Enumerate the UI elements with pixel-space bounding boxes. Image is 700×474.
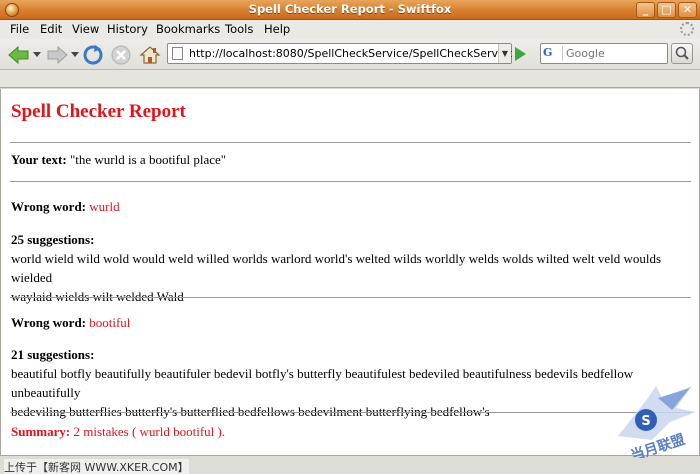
window-title: Spell Checker Report - Swiftfox: [248, 2, 452, 16]
summary-label: Summary:: [11, 424, 71, 439]
stop-icon[interactable]: [110, 44, 132, 66]
activity-throbber-icon: [680, 22, 694, 36]
your-text-label: Your text:: [11, 152, 67, 167]
suggestions-line: world wield wild wold would weld willed …: [11, 251, 662, 285]
tab-strip: [0, 70, 700, 88]
your-text-row: Your text: "the wurld is a bootiful plac…: [11, 152, 226, 168]
maximize-button[interactable]: □: [657, 2, 676, 18]
menu-view[interactable]: View: [72, 22, 99, 36]
search-engine-icon[interactable]: G: [543, 46, 563, 61]
divider: [10, 142, 691, 143]
url-history-dropdown-icon[interactable]: ▼: [498, 44, 511, 63]
minimize-button[interactable]: _: [636, 2, 655, 18]
menu-history[interactable]: History: [107, 22, 148, 36]
suggestions-heading: 25 suggestions:: [11, 232, 94, 248]
divider: [10, 412, 691, 413]
summary-row: Summary: 2 mistakes ( wurld bootiful ).: [11, 424, 225, 440]
your-text-value: "the wurld is a bootiful place": [69, 152, 227, 167]
wrong-word-value: bootiful: [89, 315, 131, 330]
page-content: Spell Checker Report Your text: "the wur…: [0, 89, 700, 455]
suggestions-count-label: 21 suggestions:: [11, 347, 95, 362]
suggestions-heading: 21 suggestions:: [11, 347, 94, 363]
watermark-logo: S 当月联盟: [618, 386, 696, 458]
wrong-word-row: Wrong word: bootiful: [11, 315, 130, 331]
divider: [10, 181, 691, 182]
title-bar: Spell Checker Report - Swiftfox _ □ ✕: [0, 0, 700, 20]
menu-tools[interactable]: Tools: [225, 22, 253, 36]
menu-file[interactable]: File: [10, 22, 29, 36]
wrong-word-value: wurld: [89, 199, 120, 214]
divider: [10, 297, 691, 298]
suggestions-count-label: 25 suggestions:: [11, 232, 95, 247]
svg-text:S: S: [641, 414, 650, 429]
report-title: Spell Checker Report: [11, 101, 186, 122]
search-input[interactable]: [566, 46, 664, 61]
magnifier-icon: [675, 46, 689, 60]
reload-icon[interactable]: [82, 44, 104, 66]
wrong-word-label: Wrong word:: [11, 315, 86, 330]
status-text: 上传于【新客网 WWW.XKER.COM】: [4, 459, 189, 474]
navigation-toolbar: http://localhost:8080/SpellCheckService/…: [0, 39, 700, 70]
menu-bookmarks[interactable]: Bookmarks: [156, 22, 220, 36]
summary-value: 2 mistakes ( wurld bootiful ).: [73, 424, 226, 439]
back-arrow-icon[interactable]: [6, 44, 32, 66]
wrong-word-label: Wrong word:: [11, 199, 86, 214]
suggestions-line: beautiful botfly beautifully beautifuler…: [11, 366, 634, 400]
menu-edit[interactable]: Edit: [40, 22, 62, 36]
wrong-word-row: Wrong word: wurld: [11, 199, 120, 215]
search-button[interactable]: [671, 43, 693, 64]
go-button-icon[interactable]: [515, 47, 526, 61]
url-bar[interactable]: http://localhost:8080/SpellCheckService/…: [167, 43, 512, 64]
forward-arrow-icon[interactable]: [44, 44, 70, 66]
menu-help[interactable]: Help: [264, 22, 290, 36]
page-icon: [172, 47, 183, 60]
url-text[interactable]: http://localhost:8080/SpellCheckService/…: [189, 47, 512, 60]
status-bar: 上传于【新客网 WWW.XKER.COM】: [0, 455, 700, 474]
home-icon[interactable]: [138, 44, 162, 66]
menu-bar: File Edit View History Bookmarks Tools H…: [0, 20, 700, 39]
search-box[interactable]: G: [540, 43, 668, 64]
close-button[interactable]: ✕: [678, 2, 697, 18]
